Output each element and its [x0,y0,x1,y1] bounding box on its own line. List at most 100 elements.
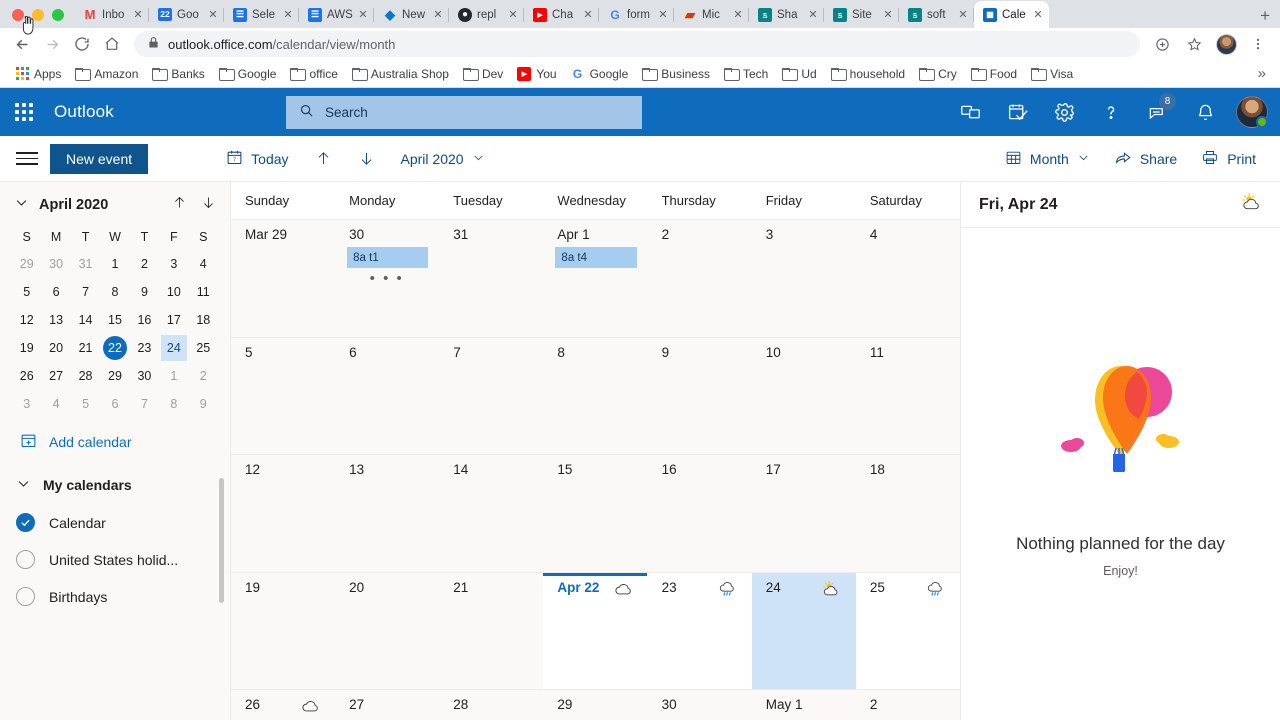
day-number[interactable]: 4 [864,227,878,242]
day-number[interactable]: 21 [447,580,468,595]
day-number[interactable]: 11 [864,345,884,360]
mini-calendar-day[interactable]: 26 [12,362,41,390]
calendar-event[interactable]: 8a t1 [347,247,429,268]
day-number[interactable]: 30 [656,697,677,712]
bookmark-item[interactable]: Banks [146,64,210,84]
calendar-event[interactable]: 8a t4 [555,247,637,268]
collapse-mini-calendar-icon[interactable] [14,195,29,215]
browser-tab[interactable]: s Site ✕ [824,1,899,28]
sidebar-scrollbar[interactable] [219,478,224,603]
day-number[interactable]: 10 [760,345,781,360]
grid-day-cell[interactable]: 14 [439,455,544,572]
day-number[interactable]: 15 [551,462,572,477]
mini-calendar-day[interactable]: 9 [189,390,218,418]
address-bar[interactable]: outlook.office.com/calendar/view/month [134,31,1140,57]
day-number[interactable]: 7 [447,345,461,360]
toggle-sidebar-button[interactable] [12,144,42,174]
mini-calendar-day[interactable]: 29 [12,250,41,278]
grid-day-cell[interactable]: 4 [855,220,960,337]
mini-calendar-day[interactable]: 3 [159,250,188,278]
reload-button[interactable] [68,30,96,58]
mini-calendar-day[interactable]: 17 [159,306,188,334]
mini-calendar-day[interactable]: 7 [71,278,100,306]
bookmark-item[interactable]: Food [965,64,1023,84]
install-app-icon[interactable] [1148,30,1176,58]
day-number[interactable]: 13 [343,462,364,477]
day-number[interactable]: 14 [447,462,468,477]
account-avatar[interactable] [1236,96,1268,128]
forward-button[interactable] [38,30,66,58]
close-tab-icon[interactable]: ✕ [358,8,368,21]
mini-calendar-day[interactable]: 5 [71,390,100,418]
mini-calendar-day[interactable]: 15 [100,306,129,334]
mini-calendar-title[interactable]: April 2020 [39,197,108,213]
grid-day-cell[interactable]: 19 [231,572,336,690]
grid-day-cell[interactable]: 24 [751,572,856,690]
bookmark-item[interactable]: Australia Shop [346,64,455,84]
browser-tab[interactable]: ☰ AWS ✕ [299,1,374,28]
outlook-brand-label[interactable]: Outlook [48,102,114,122]
browser-tab[interactable]: ▰ Mic ✕ [674,1,749,28]
grid-day-cell[interactable]: 15 [543,455,648,572]
grid-day-cell[interactable]: 12 [231,455,336,572]
mini-calendar-day[interactable]: 2 [130,250,159,278]
mini-calendar-day[interactable]: 23 [130,334,159,362]
close-tab-icon[interactable]: ✕ [958,8,968,21]
maximize-window-button[interactable] [52,9,64,21]
mini-calendar-day[interactable]: 7 [130,390,159,418]
print-button[interactable]: Print [1191,142,1266,176]
day-number[interactable]: 29 [551,697,572,712]
close-tab-icon[interactable]: ✕ [808,8,818,21]
bell-notifications-icon[interactable] [1189,96,1221,128]
mini-calendar-day[interactable]: 25 [189,334,218,362]
mini-calendar-day[interactable]: 5 [12,278,41,306]
mini-calendar-day[interactable]: 27 [41,362,70,390]
grid-day-cell[interactable]: 8 [543,337,648,455]
mini-calendar-day[interactable]: 11 [189,278,218,306]
browser-tab[interactable]: ● repl ✕ [449,1,524,28]
browser-tab[interactable]: ▶ Cha ✕ [524,1,599,28]
calendar-list-item[interactable]: United States holid... [0,541,230,578]
grid-day-cell[interactable]: May 1 [751,690,856,720]
day-number[interactable]: 3 [760,227,774,242]
day-number[interactable]: 30 [343,227,364,242]
mini-calendar-day[interactable]: 6 [41,278,70,306]
calendar-checkbox[interactable] [16,550,35,569]
close-tab-icon[interactable]: ✕ [658,8,668,21]
day-number[interactable]: Apr 22 [551,580,599,595]
calendar-list-item[interactable]: Calendar [0,504,230,541]
day-number[interactable]: 6 [343,345,357,360]
grid-day-cell[interactable]: Apr 1 8a t4 [543,220,648,337]
grid-day-cell[interactable]: 18 [855,455,960,572]
grid-day-cell[interactable]: 31 [439,220,544,337]
mini-calendar-day[interactable]: 19 [12,334,41,362]
bookmarks-overflow-button[interactable]: » [1258,65,1270,82]
day-number[interactable]: 19 [239,580,260,595]
browser-tab[interactable]: s soft ✕ [899,1,974,28]
grid-day-cell[interactable]: 3 [751,220,856,337]
new-tab-button[interactable]: + [1250,7,1280,28]
day-number[interactable]: 9 [656,345,670,360]
day-number[interactable]: 20 [343,580,364,595]
day-number[interactable]: 2 [864,697,878,712]
close-tab-icon[interactable]: ✕ [208,8,218,21]
close-tab-icon[interactable]: ✕ [1033,8,1043,21]
browser-tab[interactable]: ☰ Sele ✕ [224,1,299,28]
mini-calendar-day[interactable]: 12 [12,306,41,334]
grid-day-cell[interactable]: 27 [335,690,440,720]
grid-day-cell[interactable]: 9 [647,337,752,455]
mini-calendar-day[interactable]: 16 [130,306,159,334]
browser-tab[interactable]: M Inbo ✕ [74,1,149,28]
view-switcher-button[interactable]: Month [995,142,1100,176]
meet-now-icon[interactable] [1001,96,1033,128]
next-period-button[interactable] [348,142,385,175]
today-button[interactable]: 7 Today [216,142,298,176]
calendar-checkbox[interactable] [16,513,35,532]
bookmark-item[interactable]: Ud [776,64,822,84]
grid-day-cell[interactable]: 30 8a t1 • • • [335,220,440,337]
mini-calendar-day[interactable]: 22 [100,334,129,362]
day-number[interactable]: 26 [239,697,260,712]
mini-next-month-button[interactable] [201,194,216,216]
teams-chat-icon[interactable] [954,96,986,128]
bookmark-item[interactable]: Amazon [69,64,144,84]
